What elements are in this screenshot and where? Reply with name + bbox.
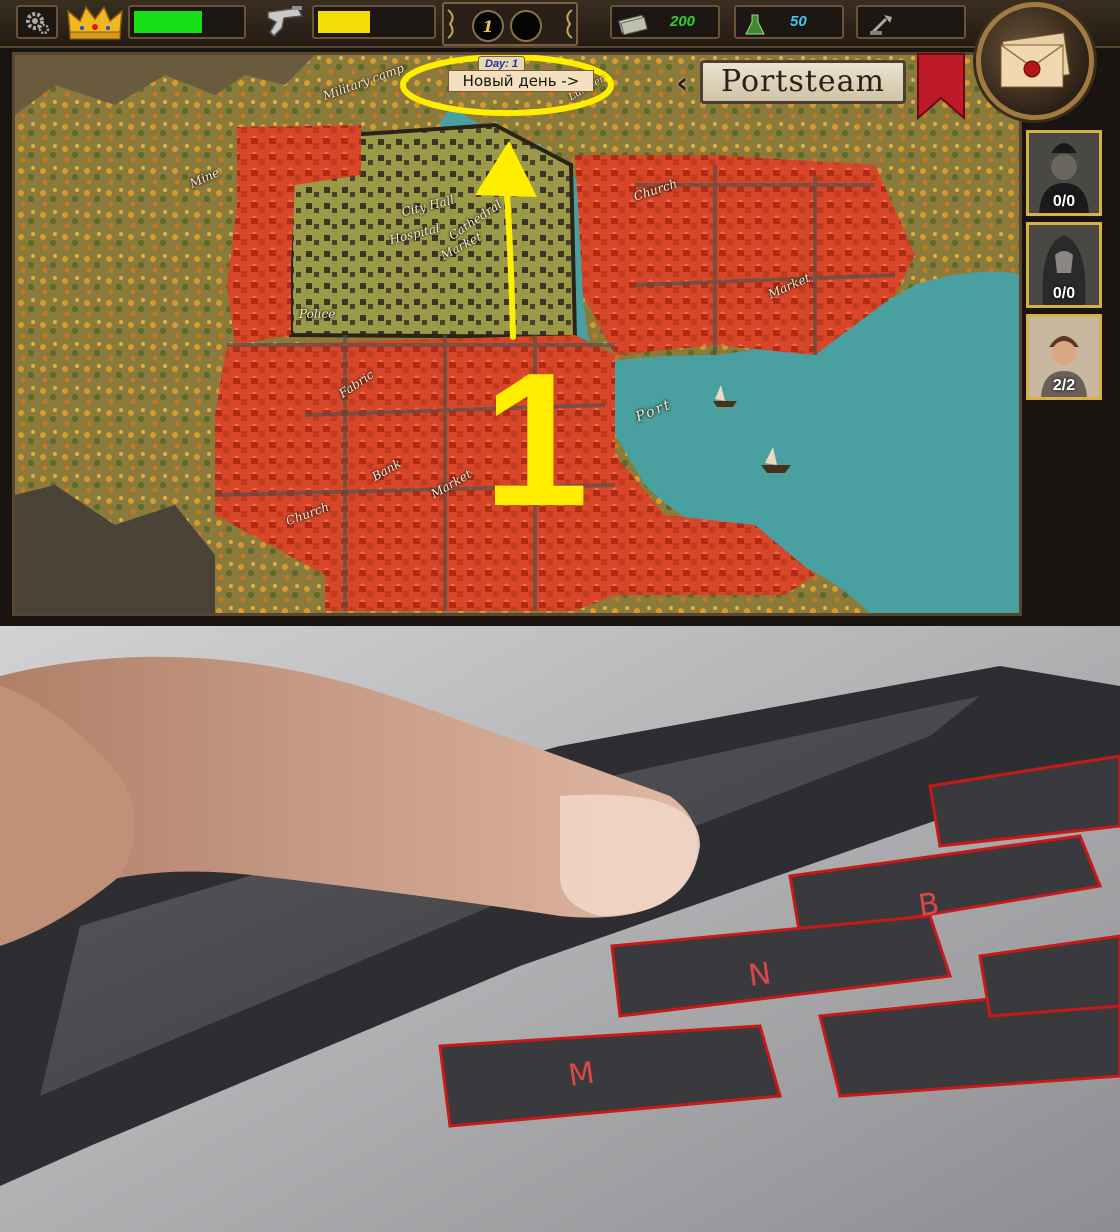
ammo-bar: [312, 5, 436, 39]
potion-counter: 50: [734, 5, 844, 39]
agent-count: 2/2: [1052, 377, 1076, 394]
action-slot-right[interactable]: [510, 10, 542, 42]
bookmark-icon[interactable]: [914, 52, 968, 122]
city-name-banner[interactable]: Portsteam: [700, 60, 906, 104]
potion-value: 50: [790, 13, 807, 30]
label-police[interactable]: Police: [299, 307, 335, 321]
annotation-number: 1: [483, 334, 589, 546]
money-value: 200: [670, 13, 696, 30]
money-counter: 200: [610, 5, 720, 39]
top-hud: 1 200 50: [0, 0, 1120, 48]
ammo-bar-fill: [318, 11, 371, 33]
svg-text:M: M: [566, 1056, 597, 1094]
banknote-icon: [618, 14, 648, 35]
action-slots: 1: [442, 2, 578, 46]
crown-icon: [67, 5, 123, 40]
finger-on-touchpad-image: B N M: [0, 626, 1120, 1232]
tool-counter: [856, 5, 966, 39]
previous-city-icon[interactable]: ‹: [676, 66, 688, 101]
sealed-letter-icon: [1000, 32, 1071, 88]
city-map[interactable]: Military camp Lumber Mine City Hall Hosp…: [12, 52, 1022, 616]
new-day-button[interactable]: Новый день ->: [448, 70, 594, 92]
agent-portrait-citizen[interactable]: 2/2: [1026, 314, 1102, 400]
agent-count: 0/0: [1052, 193, 1076, 210]
health-bar: [128, 5, 246, 39]
health-bar-fill: [134, 11, 203, 33]
shovel-icon: [870, 15, 892, 35]
action-slot-left[interactable]: 1: [472, 10, 504, 42]
potion-flask-icon: [745, 14, 765, 35]
gear-icon: [26, 12, 50, 35]
agent-portrait-hooded[interactable]: 0/0: [1026, 222, 1102, 308]
pistol-icon: [267, 6, 304, 38]
settings-button[interactable]: [16, 5, 58, 39]
agent-count: 0/0: [1052, 285, 1076, 302]
letters-button[interactable]: [976, 2, 1094, 120]
agent-portrait-policeman[interactable]: 0/0: [1026, 130, 1102, 216]
laptop-touchpad-photo: B N M: [0, 626, 1120, 1232]
